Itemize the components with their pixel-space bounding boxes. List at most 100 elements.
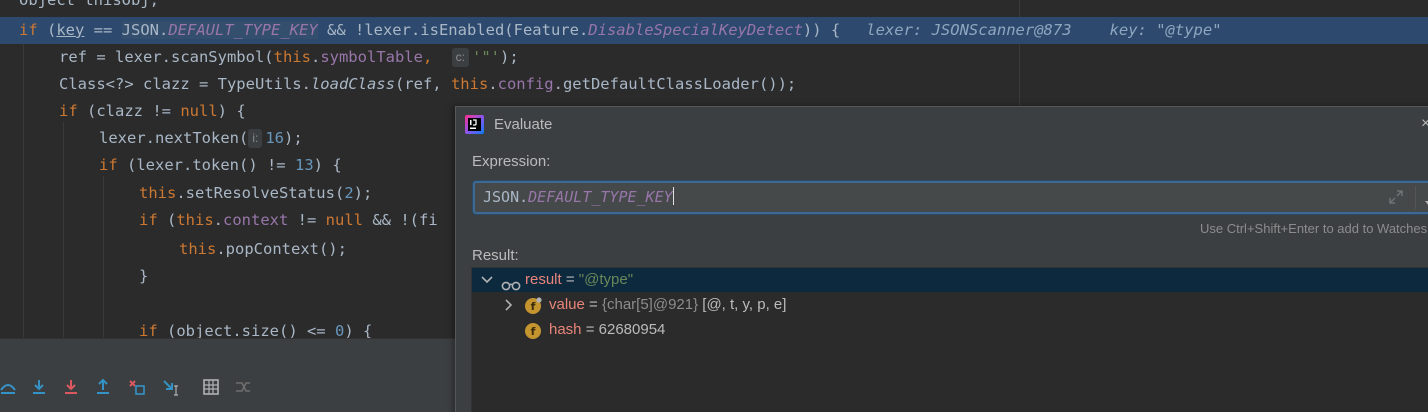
code-text: . xyxy=(310,48,321,66)
code-text: lexer.nextToken( xyxy=(99,129,249,147)
inline-debug-value: key: "@type" xyxy=(1109,21,1222,39)
close-icon[interactable]: × xyxy=(1421,115,1428,133)
code-text: && !(fi xyxy=(363,211,438,229)
dialog-title-bar[interactable]: Evaluate × xyxy=(456,107,1428,143)
code-text: Object thisObj; xyxy=(19,0,159,9)
intellij-app-icon xyxy=(465,115,484,134)
indent-guide xyxy=(23,40,24,338)
chevron-down-icon[interactable] xyxy=(1424,194,1428,212)
tree-row-hash[interactable]: f hash = 62680954 xyxy=(472,318,1428,342)
code-line: Class<?> clazz = TypeUtils.loadClass(ref… xyxy=(59,71,1428,98)
code-text: ); xyxy=(500,48,519,66)
code-text: ); xyxy=(353,184,373,202)
parameter-hint: c: xyxy=(451,48,469,67)
evaluate-expression-icon[interactable] xyxy=(201,377,221,397)
code-text: ) { xyxy=(344,322,373,338)
code-line: ref = lexer.scanSymbol(this.symbolTable,… xyxy=(59,44,1428,71)
code-text: ref = lexer.scanSymbol( xyxy=(59,48,274,66)
code-text: Class<?> clazz = TypeUtils. xyxy=(59,75,311,93)
result-tree[interactable]: result = "@type" f value = {char[5]@921}… xyxy=(471,267,1428,412)
variable-type: {char[5]@921} xyxy=(601,296,699,313)
tree-row-result[interactable]: result = "@type" xyxy=(472,268,1428,292)
code-line-current: if (key == JSON.DEFAULT_TYPE_KEY && !lex… xyxy=(0,17,1428,44)
code-field: context xyxy=(223,211,289,229)
code-text: != xyxy=(288,211,326,229)
code-number: 16 xyxy=(265,129,284,147)
evaluate-dialog: Evaluate × Expression: JSON.DEFAULT_TYPE… xyxy=(455,106,1428,412)
code-text: (lexer.token() != xyxy=(117,156,295,174)
code-text: (ref, xyxy=(394,75,451,93)
force-step-into-icon[interactable] xyxy=(61,377,81,397)
svg-text:f: f xyxy=(531,300,536,313)
code-text: (object.size() <= xyxy=(157,322,335,338)
equals-sign: = xyxy=(581,321,599,338)
variable-name: hash xyxy=(549,321,582,338)
code-keyword: if xyxy=(59,102,78,120)
code-keyword: this xyxy=(139,184,177,202)
code-text: )) { xyxy=(802,21,841,39)
tree-row-text: value = {char[5]@921} [@, t, y, p, e] xyxy=(549,293,786,317)
code-keyword: if xyxy=(139,322,158,338)
variable-value: 62680954 xyxy=(598,321,666,338)
chevron-down-icon[interactable] xyxy=(481,268,493,292)
step-out-icon[interactable] xyxy=(93,377,113,397)
expand-icon[interactable] xyxy=(1388,189,1404,210)
expression-text[interactable]: JSON.DEFAULT_TYPE_KEY xyxy=(483,183,674,212)
add-to-watches-hint: Use Ctrl+Shift+Enter to add to Watches xyxy=(1200,221,1428,236)
code-text: ) { xyxy=(313,156,342,174)
code-text: ( xyxy=(157,211,177,229)
chevron-right-icon[interactable] xyxy=(503,293,515,317)
code-number: 0 xyxy=(334,322,345,338)
code-constant: DisableSpecialKeyDetect xyxy=(588,21,803,39)
expression-constant-part: DEFAULT_TYPE_KEY xyxy=(528,188,673,206)
dropdown-separator xyxy=(1415,186,1416,209)
svg-text:f: f xyxy=(531,325,536,338)
run-to-cursor-icon[interactable] xyxy=(161,377,181,397)
code-field: symbolTable xyxy=(320,48,423,66)
code-text: .setResolveStatus( xyxy=(176,184,345,202)
field-icon: f xyxy=(524,322,542,348)
code-keyword: this xyxy=(273,48,311,66)
code-method: loadClass xyxy=(310,75,395,93)
code-keyword: if xyxy=(139,211,158,229)
code-variable-key: key xyxy=(56,21,85,39)
code-text: (clazz != xyxy=(77,102,181,120)
tree-row-text: result = "@type" xyxy=(525,268,633,292)
inline-debug-value: lexer: JSONScanner@873 xyxy=(866,21,1072,39)
expression-class-part: JSON. xyxy=(483,188,529,206)
expression-input[interactable]: JSON.DEFAULT_TYPE_KEY xyxy=(473,181,1428,214)
code-line: Object thisObj; xyxy=(19,0,1428,14)
code-text: . xyxy=(213,211,224,229)
step-into-icon[interactable] xyxy=(29,377,49,397)
text-caret xyxy=(672,187,674,205)
code-text: .popContext(); xyxy=(216,240,347,258)
variable-value: [@, t, y, p, e] xyxy=(698,296,787,313)
variable-name: result xyxy=(525,271,562,288)
parameter-hint: i: xyxy=(248,129,263,148)
code-number: 13 xyxy=(294,156,314,174)
code-field: config xyxy=(497,75,554,93)
code-keyword: this xyxy=(176,211,214,229)
code-keyword: if xyxy=(99,156,118,174)
step-over-icon[interactable] xyxy=(0,377,18,397)
indent-guide xyxy=(103,176,104,338)
code-constant: DEFAULT_TYPE_KEY xyxy=(168,21,318,39)
variable-name: value xyxy=(549,296,585,313)
drop-frame-icon[interactable] xyxy=(127,377,147,397)
code-text: ); xyxy=(283,129,303,147)
code-text: ) { xyxy=(217,102,246,120)
trace-stream-icon[interactable] xyxy=(233,377,253,397)
code-keyword: null xyxy=(325,211,363,229)
code-text: && !lexer.isEnabled(Feature. xyxy=(317,21,589,39)
code-text: . xyxy=(488,75,498,93)
equals-sign: = xyxy=(584,296,602,313)
dialog-title: Evaluate xyxy=(494,116,553,133)
equals-sign: = xyxy=(561,271,579,288)
tree-row-value[interactable]: f value = {char[5]@921} [@, t, y, p, e] xyxy=(472,293,1428,317)
code-text: .getDefaultClassLoader()); xyxy=(553,75,797,93)
code-keyword: null xyxy=(180,102,218,120)
code-string: '"' xyxy=(472,48,500,66)
ide-window: Object thisObj; if (key == JSON.DEFAULT_… xyxy=(0,0,1428,412)
tree-row-text: hash = 62680954 xyxy=(549,318,665,342)
code-number: 2 xyxy=(344,184,354,202)
